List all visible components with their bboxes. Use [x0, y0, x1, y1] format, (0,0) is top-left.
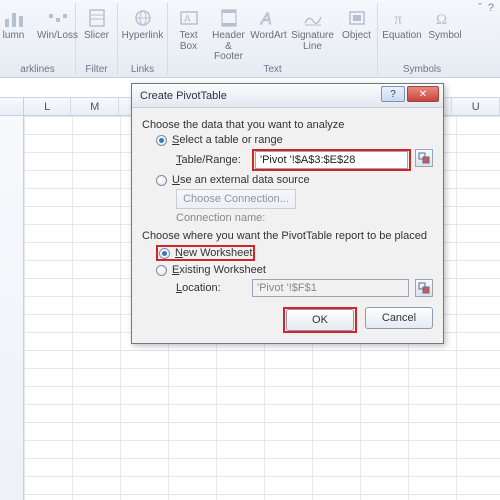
ribbon-help-area: ˆ ?	[478, 2, 494, 14]
wordart-icon: A	[258, 7, 280, 29]
location-field: Location: 'Pivot '!$F$1	[142, 279, 433, 297]
column-sparkline-icon	[3, 7, 25, 29]
textbox-icon: A	[178, 7, 200, 29]
slicer-button[interactable]: Slicer	[77, 3, 117, 55]
opt-existing-worksheet-label: Existing Worksheet	[172, 264, 266, 276]
radio-external-source[interactable]	[156, 175, 167, 186]
hyperlink-icon	[132, 7, 154, 29]
opt-external-label: Use an external data source	[172, 174, 310, 186]
help-icon[interactable]: ?	[488, 2, 494, 14]
range-selector-button[interactable]	[415, 149, 433, 167]
headerfooter-icon	[218, 7, 240, 29]
range-selector-icon	[418, 152, 430, 164]
winloss-sparkline-button[interactable]: Win/Loss	[34, 3, 82, 55]
svg-text:π: π	[394, 11, 402, 28]
group-text: Text	[168, 64, 377, 75]
dialog-close-button[interactable]: ✕	[407, 86, 439, 102]
textbox-button[interactable]: A Text Box	[169, 3, 209, 65]
group-links: Links	[118, 64, 167, 75]
symbol-button[interactable]: Ω Symbol	[425, 3, 465, 55]
table-range-field: Table/Range: 'Pivot '!$A$3:$E$28	[142, 149, 433, 171]
range-selector-icon	[418, 282, 430, 294]
table-range-label: Table/Range:	[176, 154, 246, 166]
svg-text:A: A	[260, 11, 272, 28]
radio-new-worksheet[interactable]	[159, 248, 170, 259]
location-range-selector-button[interactable]	[415, 279, 433, 297]
choose-data-label: Choose the data that you want to analyze	[142, 119, 433, 131]
winloss-icon	[47, 7, 69, 29]
group-sparklines: arklines	[0, 64, 75, 75]
signatureline-button[interactable]: Signature Line	[289, 3, 337, 65]
collapse-ribbon-icon[interactable]: ˆ	[478, 2, 482, 14]
group-filter: Filter	[76, 64, 117, 75]
svg-text:A: A	[184, 14, 191, 25]
opt-select-table-label: Select a table or range	[172, 134, 283, 146]
col-L[interactable]: L	[24, 98, 72, 115]
object-button[interactable]: Object	[337, 3, 377, 65]
col-U[interactable]: U	[452, 98, 500, 115]
radio-existing-worksheet[interactable]	[156, 265, 167, 276]
create-pivottable-dialog: Create PivotTable ? ✕ Choose the data th…	[131, 83, 444, 344]
row-headers[interactable]	[0, 116, 24, 500]
table-range-input[interactable]: 'Pivot '!$A$3:$E$28	[255, 151, 408, 169]
close-icon: ✕	[419, 89, 427, 100]
radio-select-table[interactable]	[156, 135, 167, 146]
ribbon: ˆ ? lumn Win/Loss arklines Slicer Filter…	[0, 0, 500, 78]
connection-name-label: Connection name:	[176, 212, 265, 224]
dialog-titlebar[interactable]: Create PivotTable ? ✕	[132, 84, 443, 108]
opt-new-worksheet-label: New Worksheet	[175, 247, 252, 259]
headerfooter-button[interactable]: Header & Footer	[209, 3, 249, 65]
column-sparkline-button[interactable]: lumn	[0, 3, 34, 55]
dialog-title: Create PivotTable	[140, 90, 227, 102]
ok-button[interactable]: OK	[286, 309, 354, 331]
cancel-button[interactable]: Cancel	[365, 307, 433, 329]
location-input[interactable]: 'Pivot '!$F$1	[252, 279, 409, 297]
equation-icon: π	[391, 7, 413, 29]
slicer-icon	[86, 7, 108, 29]
choose-connection-button: Choose Connection...	[176, 189, 296, 209]
symbol-icon: Ω	[434, 7, 456, 29]
location-label: Location:	[176, 282, 246, 294]
col-M[interactable]: M	[71, 98, 119, 115]
signature-icon	[302, 7, 324, 29]
dialog-help-button[interactable]: ?	[381, 86, 405, 102]
group-symbols: Symbols	[378, 64, 466, 75]
hyperlink-button[interactable]: Hyperlink	[119, 3, 167, 55]
svg-text:Ω: Ω	[436, 12, 447, 28]
wordart-button[interactable]: A WordArt	[249, 3, 289, 65]
choose-where-label: Choose where you want the PivotTable rep…	[142, 230, 433, 242]
select-all-corner[interactable]	[0, 98, 24, 115]
object-icon	[346, 7, 368, 29]
equation-button[interactable]: π Equation	[379, 3, 425, 55]
